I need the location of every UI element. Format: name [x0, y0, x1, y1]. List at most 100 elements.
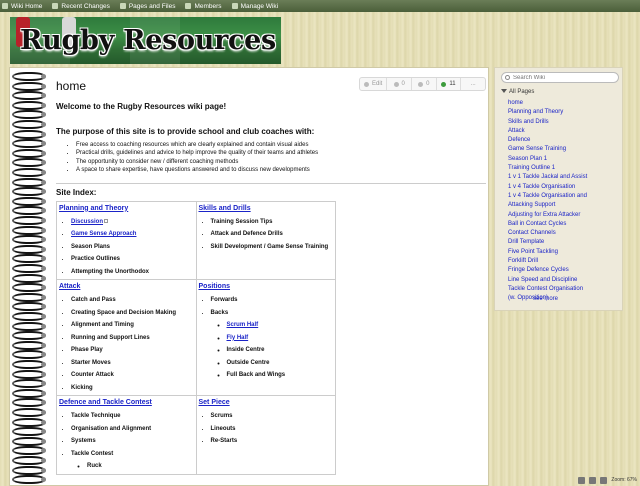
link-planning-and-theory[interactable]: Planning and Theory: [59, 205, 195, 212]
list-item: Re-Starts: [211, 435, 335, 448]
binding-hole: [41, 467, 46, 473]
sidebar-page-link[interactable]: Attack: [508, 127, 587, 136]
site-index-table: Planning and Theory Discussion Game Sens…: [56, 200, 336, 475]
binding-hole: [41, 362, 46, 367]
nav-pages-and-files[interactable]: Pages and Files: [119, 3, 175, 10]
purpose-list: Free access to coaching resources which …: [76, 141, 486, 175]
sidebar-page-link[interactable]: Drill Template: [508, 238, 587, 247]
list-item: Alignment and Timing: [71, 319, 195, 332]
link-game-sense-approach[interactable]: Game Sense Approach: [71, 231, 136, 237]
binding-hole: [41, 333, 46, 339]
list-item: Inside Centre: [227, 344, 335, 357]
link-scrum-half[interactable]: Scrum Half: [227, 322, 259, 328]
sidebar-page-link[interactable]: Fringe Defence Cycles: [508, 266, 587, 275]
list-item: Discussion: [71, 216, 195, 229]
binding-hole: [41, 390, 46, 396]
binding-hole: [41, 294, 46, 300]
sidebar-page-link[interactable]: 1 v 4 Tackle Organisation: [508, 183, 587, 192]
sidebar-page-link[interactable]: 1 v 1 Tackle Jackal and Assist: [508, 173, 587, 182]
search-input[interactable]: [513, 74, 613, 81]
sidebar-page-link[interactable]: Skills and Drills: [508, 118, 587, 127]
pencil-icon: [364, 81, 369, 87]
sidebar-page-link[interactable]: Tackle Contest Organisation: [508, 285, 587, 294]
binding-hole: [41, 198, 46, 204]
sidebar-page-link[interactable]: Training Outline 1: [508, 164, 587, 173]
sidebar-page-link[interactable]: Forklift Drill: [508, 257, 587, 266]
table-cell: Defence and Tackle Contest Tackle Techni…: [56, 395, 197, 475]
binding-hole: [41, 285, 46, 291]
list-item: Attempting the Unorthodox: [71, 266, 195, 279]
link-skills-and-drills[interactable]: Skills and Drills: [199, 205, 335, 212]
eye-icon: [441, 81, 447, 87]
comments-button[interactable]: 0: [387, 78, 413, 90]
binding-hole: [41, 371, 46, 377]
binding-hole: [41, 477, 46, 483]
pages-icon: [119, 3, 126, 9]
nav-recent-changes[interactable]: Recent Changes: [52, 3, 110, 10]
table-row: Attack Catch and Pass Creating Space and…: [56, 279, 336, 397]
page-list: home Planning and Theory Skills and Dril…: [508, 99, 587, 304]
binding-hole: [41, 237, 46, 243]
watch-button[interactable]: 0: [412, 78, 437, 90]
binding-hole: [41, 141, 46, 147]
list-item: Creating Space and Decision Making: [71, 307, 195, 320]
binding-hole: [41, 218, 46, 223]
sidebar: All Pages home Planning and Theory Skill…: [494, 67, 623, 311]
list-item: Systems: [71, 435, 195, 448]
spiral-binding: [10, 68, 54, 486]
sidebar-page-link[interactable]: Season Plan 1: [508, 155, 587, 164]
sidebar-page-link[interactable]: Game Sense Training: [508, 145, 587, 154]
window-icon[interactable]: [589, 476, 597, 484]
nav-manage-wiki[interactable]: Manage Wiki: [231, 3, 278, 10]
sidebar-page-link[interactable]: Contact Channels: [508, 229, 587, 238]
views-button[interactable]: 11: [437, 78, 462, 90]
binding-hole: [41, 381, 46, 387]
table-row: Planning and Theory Discussion Game Sens…: [56, 200, 336, 281]
triangle-down-icon: [501, 89, 507, 93]
page-icon[interactable]: [578, 476, 586, 484]
sidebar-page-link[interactable]: Attacking Support: [508, 201, 587, 210]
members-icon: [185, 3, 192, 9]
binding-hole: [41, 227, 46, 233]
status-bar: Zoom: 67%: [500, 474, 640, 486]
link-defence-and-tackle-contest[interactable]: Defence and Tackle Contest: [59, 399, 195, 406]
list-item: Full Back and Wings: [227, 369, 335, 382]
settings-icon[interactable]: [600, 476, 608, 484]
more-actions-button[interactable]: ...: [461, 78, 485, 90]
banner-title: Rugby Resources: [20, 25, 276, 56]
all-pages-toggle[interactable]: All Pages: [501, 89, 534, 95]
sidebar-page-link[interactable]: Adjusting for Extra Attacker: [508, 211, 587, 220]
list-item: Kicking: [71, 382, 195, 395]
nav-wiki-home[interactable]: Wiki Home: [2, 3, 42, 10]
site-banner[interactable]: Rugby Resources: [10, 17, 281, 64]
zoom-level[interactable]: Zoom: 67%: [611, 477, 637, 483]
see-more-link[interactable]: see more: [533, 296, 558, 302]
page-content: Welcome to the Rugby Resources wiki page…: [56, 102, 486, 475]
sidebar-page-link[interactable]: Line Speed and Discipline: [508, 276, 587, 285]
nav-members[interactable]: Members: [185, 3, 222, 10]
page-title: home: [56, 79, 87, 93]
sidebar-page-link[interactable]: Ball in Contact Cycles: [508, 220, 587, 229]
list-item: Phase Play: [71, 344, 195, 357]
search-box[interactable]: [501, 72, 619, 83]
list-item: The opportunity to consider new / differ…: [76, 158, 486, 166]
list-item: Scrum Half: [227, 319, 335, 332]
binding-hole: [41, 179, 46, 185]
list-item: Practice Outlines: [71, 253, 195, 266]
list-item: Tackle Technique: [71, 410, 195, 423]
edit-button[interactable]: Edit: [360, 78, 388, 90]
sidebar-page-link[interactable]: Defence: [508, 136, 587, 145]
link-discussion[interactable]: Discussion: [71, 219, 103, 225]
table-cell: Set Piece Scrums Lineouts Re-Starts: [195, 395, 336, 475]
link-attack[interactable]: Attack: [59, 283, 195, 290]
sidebar-page-link[interactable]: home: [508, 99, 587, 108]
sidebar-page-link[interactable]: 1 v 4 Tackle Organisation and: [508, 192, 587, 201]
list-item: Free access to coaching resources which …: [76, 141, 486, 149]
welcome-heading: Welcome to the Rugby Resources wiki page…: [56, 102, 227, 111]
link-set-piece[interactable]: Set Piece: [199, 399, 335, 406]
sidebar-page-link[interactable]: Planning and Theory: [508, 108, 587, 117]
sidebar-page-link[interactable]: Five Point Tackling: [508, 248, 587, 257]
binding-hole: [41, 458, 46, 463]
link-fly-half[interactable]: Fly Half: [227, 335, 249, 341]
link-positions[interactable]: Positions: [199, 283, 335, 290]
